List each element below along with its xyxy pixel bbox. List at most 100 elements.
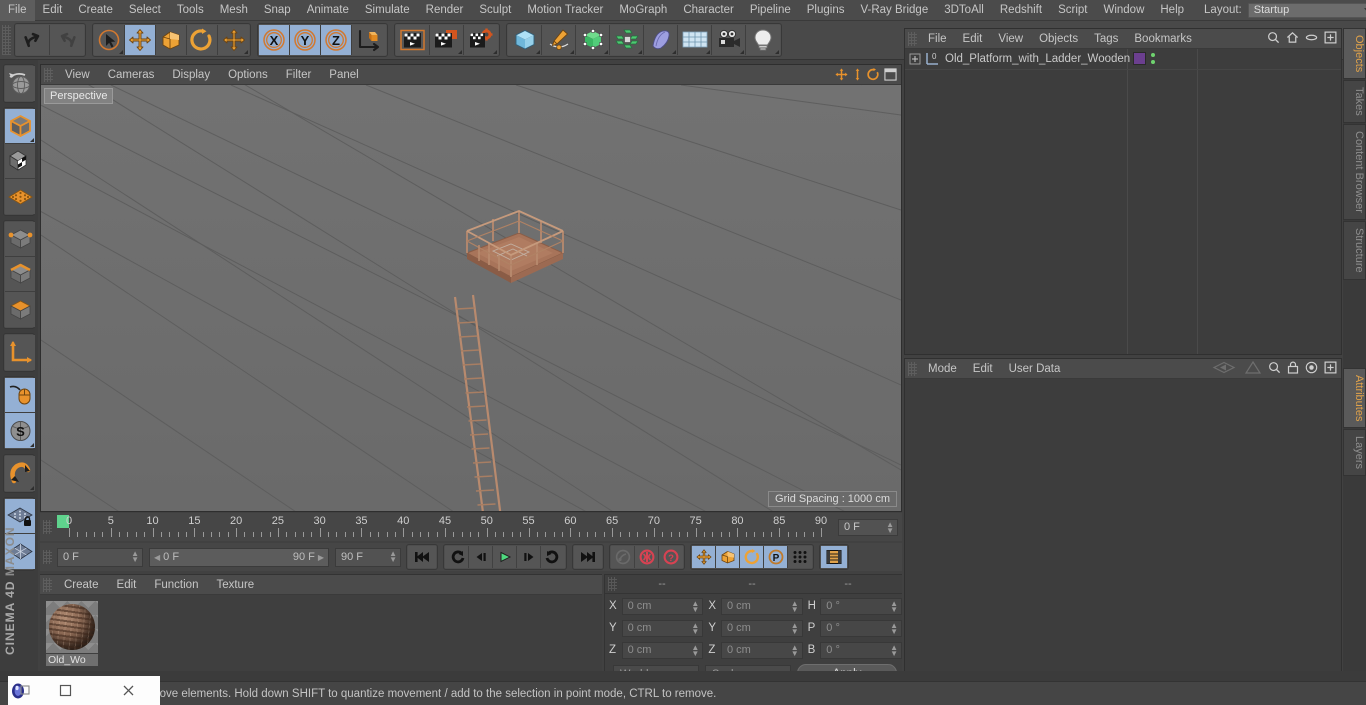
polygons-mode-icon[interactable] bbox=[5, 292, 35, 327]
wood-material-thumbnail[interactable] bbox=[46, 601, 98, 653]
viewport-maximize-icon[interactable] bbox=[884, 68, 897, 81]
model-mode-icon[interactable] bbox=[5, 109, 35, 144]
light-icon[interactable] bbox=[746, 25, 780, 55]
material-item[interactable]: Old_Wo bbox=[46, 601, 98, 666]
viewport-menu-view[interactable]: View bbox=[56, 65, 99, 85]
attributes-menu-mode[interactable]: Mode bbox=[920, 359, 965, 379]
spinner-icon[interactable]: ▲ ▼ bbox=[890, 599, 898, 613]
spinner-icon[interactable]: ▲ ▼ bbox=[691, 643, 699, 657]
coordinates-grip[interactable] bbox=[608, 577, 617, 591]
pla-key-icon[interactable]: P bbox=[764, 546, 788, 568]
overlay-window[interactable] bbox=[8, 676, 160, 705]
spinner-icon[interactable]: ▲ ▼ bbox=[890, 643, 898, 657]
timeline-ruler[interactable]: 0 5 10 15 20 25 30 35 40 45 50 55 60 65 70 75 80 85 90 bbox=[57, 514, 834, 540]
scale-icon[interactable] bbox=[156, 25, 187, 55]
objects-menu-tags[interactable]: Tags bbox=[1086, 29, 1126, 49]
viewport-rotate-icon[interactable] bbox=[867, 68, 880, 81]
z-axis-icon[interactable]: Z bbox=[321, 25, 352, 55]
timeline-grip[interactable] bbox=[43, 520, 52, 534]
autokeying-icon[interactable] bbox=[635, 546, 659, 568]
spinner-icon[interactable]: ▲ ▼ bbox=[886, 520, 894, 534]
previous-key-icon[interactable] bbox=[445, 546, 469, 568]
vtab-layers[interactable]: Layers bbox=[1343, 429, 1366, 477]
object-row[interactable]: 0 Old_Platform_with_Ladder_Wooden bbox=[905, 49, 1341, 70]
viewport-3d-canvas[interactable]: Y Z X bbox=[41, 85, 901, 511]
object-tags[interactable] bbox=[1133, 52, 1155, 65]
magnet-tool-icon[interactable] bbox=[5, 456, 35, 491]
record-key-dim-icon[interactable] bbox=[611, 546, 635, 568]
scene-floor-icon[interactable] bbox=[678, 25, 712, 55]
objects-menu-objects[interactable]: Objects bbox=[1031, 29, 1086, 49]
search-icon[interactable] bbox=[1268, 361, 1281, 374]
keyframe-selection-icon[interactable]: ? bbox=[659, 546, 683, 568]
material-menu-create[interactable]: Create bbox=[55, 575, 108, 595]
points-mode-icon[interactable] bbox=[5, 222, 35, 257]
menu-item-help[interactable]: Help bbox=[1152, 0, 1192, 21]
visibility-dots-icon[interactable] bbox=[1151, 53, 1155, 64]
range-right-arrow-icon[interactable]: ▶ bbox=[318, 553, 324, 562]
app-orb-icon[interactable] bbox=[8, 678, 34, 704]
spinner-icon[interactable]: ▲ ▼ bbox=[791, 599, 799, 613]
size-x-input[interactable]: 0 cm ▲ ▼ bbox=[720, 597, 803, 615]
nav-back-icon[interactable] bbox=[1212, 361, 1238, 374]
pos-y-input[interactable]: 0 cm ▲ ▼ bbox=[621, 619, 704, 637]
menu-item-window[interactable]: Window bbox=[1095, 0, 1152, 21]
menu-item-plugins[interactable]: Plugins bbox=[799, 0, 853, 21]
attributes-menu-edit[interactable]: Edit bbox=[965, 359, 1001, 379]
position-key-icon[interactable] bbox=[692, 546, 716, 568]
material-menu-texture[interactable]: Texture bbox=[207, 575, 263, 595]
go-to-start-icon[interactable] bbox=[408, 546, 436, 568]
menu-item-render[interactable]: Render bbox=[418, 0, 472, 21]
viewport-menu-filter[interactable]: Filter bbox=[277, 65, 321, 85]
layout-dropdown[interactable]: Startup bbox=[1247, 2, 1366, 18]
step-forward-icon[interactable] bbox=[517, 546, 541, 568]
restore-window-icon[interactable] bbox=[34, 684, 97, 697]
menu-item-select[interactable]: Select bbox=[121, 0, 169, 21]
world-object-axis-icon[interactable] bbox=[352, 25, 386, 55]
viewport-scale-icon[interactable] bbox=[852, 68, 863, 81]
menu-item-pipeline[interactable]: Pipeline bbox=[742, 0, 799, 21]
polygon-grid-icon[interactable] bbox=[5, 179, 35, 214]
vtab-takes[interactable]: Takes bbox=[1343, 80, 1366, 124]
menu-item-edit[interactable]: Edit bbox=[35, 0, 71, 21]
rotate-icon[interactable] bbox=[187, 25, 218, 55]
plus-expander-icon[interactable] bbox=[909, 53, 921, 65]
objects-menu-edit[interactable]: Edit bbox=[955, 29, 991, 49]
point-level-anim-icon[interactable] bbox=[788, 546, 812, 568]
play-icon[interactable] bbox=[493, 546, 517, 568]
array-modeling-icon[interactable] bbox=[610, 25, 644, 55]
viewport-move-icon[interactable] bbox=[835, 68, 848, 81]
menu-item-character[interactable]: Character bbox=[675, 0, 742, 21]
step-back-icon[interactable] bbox=[469, 546, 493, 568]
objects-tree[interactable]: 0 Old_Platform_with_Ladder_Wooden bbox=[905, 49, 1341, 354]
menu-item-v-ray-bridge[interactable]: V-Ray Bridge bbox=[852, 0, 936, 21]
objects-menu-file[interactable]: File bbox=[920, 29, 955, 49]
viewport-menu-display[interactable]: Display bbox=[163, 65, 219, 85]
y-axis-icon[interactable]: Y bbox=[290, 25, 321, 55]
menu-item-create[interactable]: Create bbox=[70, 0, 121, 21]
undo-view-globe-icon[interactable] bbox=[5, 66, 35, 101]
axis-mode-icon[interactable] bbox=[5, 335, 35, 370]
material-menu-function[interactable]: Function bbox=[145, 575, 207, 595]
lock-icon[interactable] bbox=[1287, 361, 1299, 374]
ellipse-icon[interactable] bbox=[1305, 31, 1318, 44]
menu-item-script[interactable]: Script bbox=[1050, 0, 1095, 21]
deformer-icon[interactable] bbox=[644, 25, 678, 55]
nav-forward-icon[interactable] bbox=[1244, 361, 1262, 374]
material-menu-edit[interactable]: Edit bbox=[108, 575, 146, 595]
spinner-icon[interactable]: ▲ ▼ bbox=[691, 599, 699, 613]
spline-pen-icon[interactable] bbox=[542, 25, 576, 55]
add-layer-icon[interactable] bbox=[1324, 31, 1337, 44]
viewport-grip[interactable] bbox=[44, 67, 53, 82]
transport-grip[interactable] bbox=[43, 550, 52, 564]
material-grip[interactable] bbox=[43, 577, 52, 592]
viewport-solo-mouse-icon[interactable] bbox=[5, 378, 35, 413]
menu-item-snap[interactable]: Snap bbox=[256, 0, 299, 21]
viewport-menu-panel[interactable]: Panel bbox=[320, 65, 367, 85]
range-left-arrow-icon[interactable]: ◀ bbox=[154, 553, 160, 562]
enable-snapping-s-icon[interactable]: S bbox=[5, 413, 35, 448]
render-settings-icon[interactable] bbox=[464, 25, 498, 55]
rotation-key-icon[interactable] bbox=[740, 546, 764, 568]
spinner-icon[interactable]: ▲ ▼ bbox=[791, 621, 799, 635]
menu-item-simulate[interactable]: Simulate bbox=[357, 0, 418, 21]
